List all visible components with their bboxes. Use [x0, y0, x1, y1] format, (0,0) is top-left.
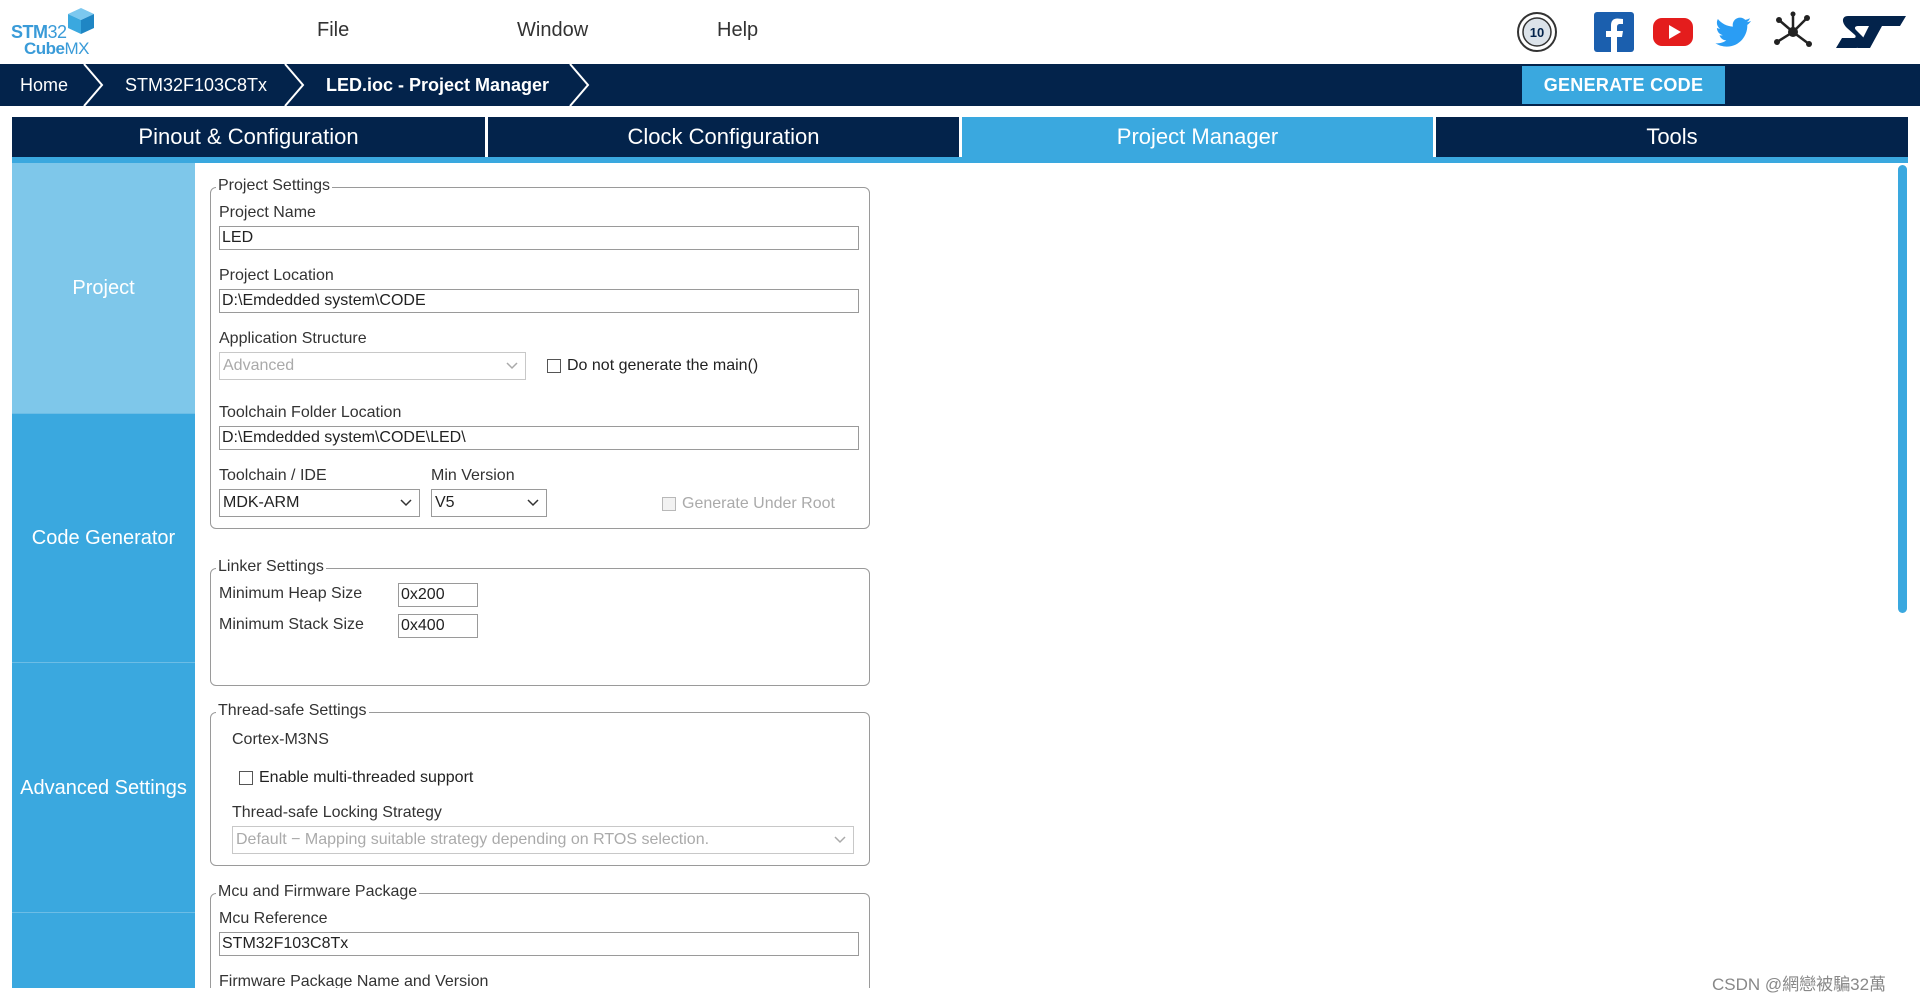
chevron-right-icon: [83, 64, 104, 106]
generate-code-button[interactable]: GENERATE CODE: [1522, 66, 1725, 104]
breadcrumb: Home STM32F103C8Tx LED.ioc - Project Man…: [0, 64, 1920, 106]
group-title: Linker Settings: [216, 558, 326, 576]
project-name-field[interactable]: LED: [219, 226, 859, 250]
toolchain-ide-select[interactable]: MDK-ARM: [219, 489, 420, 517]
network-icon[interactable]: [1771, 10, 1815, 54]
group-title: Thread-safe Settings: [216, 702, 369, 720]
project-location-label: Project Location: [219, 267, 334, 284]
tab-pinout[interactable]: Pinout & Configuration: [12, 117, 485, 157]
toolchain-folder-label: Toolchain Folder Location: [219, 404, 402, 421]
stack-size-field[interactable]: 0x400: [398, 614, 478, 638]
generate-under-root-checkbox[interactable]: [662, 497, 676, 511]
stm32cubemx-logo: STM32 CubeMX: [10, 6, 100, 60]
thread-safe-settings-group: Thread-safe Settings Cortex-M3NS Enable …: [210, 702, 870, 866]
10-years-badge-icon[interactable]: 10: [1515, 10, 1559, 54]
breadcrumb-mcu[interactable]: STM32F103C8Tx: [125, 64, 267, 106]
project-name-label: Project Name: [219, 204, 316, 221]
project-settings-content: Project Settings Project Name LED Projec…: [195, 163, 1895, 988]
chevron-right-icon: [284, 64, 305, 106]
tab-clock[interactable]: Clock Configuration: [488, 117, 959, 157]
min-version-label: Min Version: [431, 467, 515, 484]
facebook-icon[interactable]: [1592, 10, 1636, 54]
chevron-down-icon: [527, 499, 539, 507]
sidebar-item-blank: [12, 912, 195, 988]
mcu-firmware-group: Mcu and Firmware Package Mcu Reference S…: [210, 883, 870, 988]
top-menu-bar: STM32 CubeMX File Window Help 10: [0, 0, 1920, 64]
core-label: Cortex-M3NS: [232, 731, 329, 748]
cube-icon: [68, 8, 94, 34]
generate-under-root-label: Generate Under Root: [682, 495, 835, 512]
st-logo-icon[interactable]: [1834, 10, 1908, 54]
breadcrumb-current: LED.ioc - Project Manager: [326, 75, 550, 95]
stack-size-label: Minimum Stack Size: [219, 616, 364, 633]
min-version-select[interactable]: V5: [431, 489, 547, 517]
mcu-reference-field[interactable]: STM32F103C8Tx: [219, 932, 859, 956]
multithread-checkbox[interactable]: [239, 771, 253, 785]
heap-size-label: Minimum Heap Size: [219, 585, 363, 602]
main-tabs: Pinout & Configuration Clock Configurati…: [12, 117, 1908, 157]
group-title: Project Settings: [216, 177, 333, 195]
menu-help[interactable]: Help: [717, 19, 758, 42]
breadcrumb-home[interactable]: Home: [20, 64, 68, 106]
group-title: Mcu and Firmware Package: [216, 883, 420, 901]
mcu-reference-label: Mcu Reference: [219, 910, 328, 927]
project-location-field[interactable]: D:\Emdedded system\CODE: [219, 289, 859, 313]
toolchain-ide-value: MDK-ARM: [223, 494, 300, 511]
vertical-scrollbar[interactable]: [1897, 163, 1908, 988]
tab-tools[interactable]: Tools: [1436, 117, 1908, 157]
sidebar-item-code-generator[interactable]: Code Generator: [12, 413, 195, 662]
toolchain-folder-field[interactable]: D:\Emdedded system\CODE\LED\: [219, 426, 859, 450]
toolchain-ide-label: Toolchain / IDE: [219, 467, 327, 484]
heap-size-field[interactable]: 0x200: [398, 583, 478, 607]
sidebar-item-project[interactable]: Project: [12, 163, 195, 413]
chevron-down-icon: [400, 499, 412, 507]
no-main-label: Do not generate the main(): [567, 357, 759, 374]
chevron-down-icon: [834, 836, 846, 844]
svg-text:10: 10: [1530, 25, 1544, 40]
sidebar: Project Code Generator Advanced Settings: [12, 163, 195, 988]
locking-strategy-value: Default − Mapping suitable strategy depe…: [236, 831, 710, 848]
firmware-package-label: Firmware Package Name and Version: [219, 973, 489, 988]
tab-project-manager[interactable]: Project Manager: [962, 117, 1433, 157]
watermark: CSDN @網戀被騙32萬: [1712, 975, 1887, 994]
twitter-icon[interactable]: [1711, 10, 1755, 54]
scrollbar-thumb[interactable]: [1898, 165, 1907, 613]
locking-strategy-label: Thread-safe Locking Strategy: [232, 804, 442, 821]
app-structure-value: Advanced: [223, 357, 295, 374]
min-version-value: V5: [435, 494, 455, 511]
app-structure-select[interactable]: Advanced: [219, 352, 526, 380]
chevron-right-icon: [569, 64, 590, 106]
sidebar-item-advanced-settings[interactable]: Advanced Settings: [12, 662, 195, 912]
app-structure-label: Application Structure: [219, 330, 367, 347]
multithread-label: Enable multi-threaded support: [259, 769, 474, 786]
project-settings-group: Project Settings Project Name LED Projec…: [210, 177, 870, 529]
menu-file[interactable]: File: [317, 19, 349, 42]
chevron-down-icon: [506, 362, 518, 370]
linker-settings-group: Linker Settings Minimum Heap Size 0x200 …: [210, 558, 870, 686]
menu-window[interactable]: Window: [517, 19, 588, 42]
project-manager-panel: Project Code Generator Advanced Settings…: [12, 163, 1908, 988]
no-main-checkbox[interactable]: [547, 359, 561, 373]
locking-strategy-select[interactable]: Default − Mapping suitable strategy depe…: [232, 826, 854, 854]
youtube-icon[interactable]: [1651, 10, 1695, 54]
